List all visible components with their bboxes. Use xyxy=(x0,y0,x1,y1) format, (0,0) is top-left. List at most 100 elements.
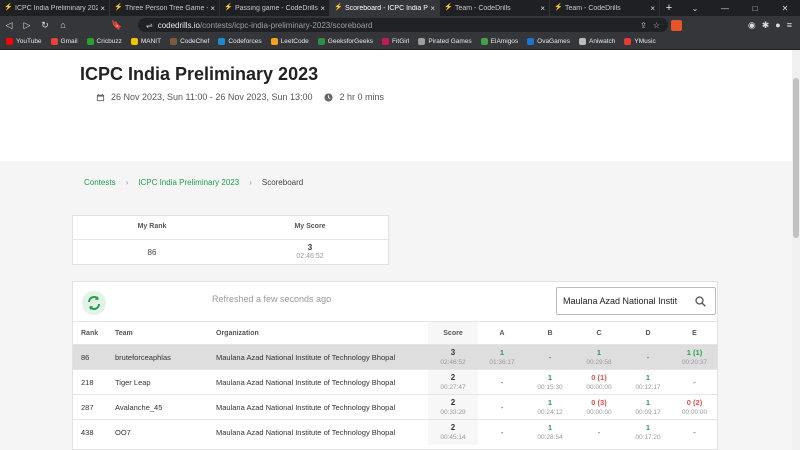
profile-icon[interactable]: ● xyxy=(775,20,780,30)
team-cell[interactable]: Avalanche_45 xyxy=(107,394,208,420)
browser-tab[interactable]: ⚡ Three Person Tree Game - Code × xyxy=(110,0,220,16)
problem-solved: 1 xyxy=(645,422,651,432)
score-points: 2 xyxy=(450,372,456,382)
refresh-button[interactable] xyxy=(82,291,106,315)
brave-shields-icon[interactable] xyxy=(670,19,682,31)
browser-tab[interactable]: ⚡ Team - CodeDrills × xyxy=(440,0,550,16)
table-row[interactable]: 218 Tiger Leap Maulana Azad National Insti… xyxy=(73,369,717,395)
organization-cell: Maulana Azad National Institute of Techn… xyxy=(208,394,428,420)
bookmark-favicon-icon xyxy=(86,38,94,45)
search-icon[interactable] xyxy=(695,296,706,307)
tab-title: Scoreboard - ICPC India Pre xyxy=(345,4,429,12)
column-header-team[interactable]: Team xyxy=(107,321,208,345)
puzzle-icon[interactable]: ✱ xyxy=(762,20,770,31)
table-row[interactable]: 438 OO7 Maulana Azad National Institute of… xyxy=(73,419,717,445)
bookmark-item[interactable]: CodeChef xyxy=(170,38,209,45)
bookmark-item[interactable]: YouTube xyxy=(6,38,42,45)
minimize-icon[interactable]: — xyxy=(710,0,740,16)
bookmark-star-icon[interactable]: ☆ xyxy=(653,21,660,30)
browser-tab[interactable]: ⚡ ICPC India Preliminary 2023 - Co × xyxy=(0,0,110,16)
problem-cell: 1 00:09:17 xyxy=(624,394,672,420)
problem-cell: - xyxy=(672,419,717,445)
problem-unattempted: - xyxy=(500,427,504,437)
codedrills-favicon-icon: ⚡ xyxy=(4,4,13,11)
bookmark-icon[interactable]: 🔖 xyxy=(108,20,126,31)
bookmark-item[interactable]: OvaGames xyxy=(527,38,570,45)
site-info-icon[interactable]: ⇌ xyxy=(146,21,153,30)
bookmark-item[interactable]: Pirated Games xyxy=(418,38,472,45)
bookmark-item[interactable]: ElAmigos xyxy=(480,38,518,45)
maximize-icon[interactable]: □ xyxy=(740,0,770,16)
bookmark-item[interactable]: GeeksforGeeks xyxy=(317,38,373,45)
codedrills-favicon-icon: ⚡ xyxy=(444,4,453,11)
bookmark-label: Aniwatch xyxy=(589,38,616,45)
menu-icon[interactable]: ≡ xyxy=(787,20,792,30)
problem-cell: 1 00:29:58 xyxy=(574,344,624,370)
problem-cell: 0 (3) 00:00:00 xyxy=(574,394,624,420)
table-row[interactable]: 287 Avalanche_45 Maulana Azad National Ins… xyxy=(73,394,717,420)
table-row[interactable]: 86 bruteforceaphlas Maulana Azad National … xyxy=(73,344,717,370)
problem-solved: 1 xyxy=(547,397,553,407)
team-search-input[interactable]: Maulana Azad National Instit xyxy=(556,287,716,315)
column-header-problem-b[interactable]: B xyxy=(526,321,574,345)
new-tab-button[interactable]: + xyxy=(660,0,678,16)
column-header-problem-e[interactable]: E xyxy=(672,321,717,345)
scrollbar-thumb[interactable] xyxy=(793,78,799,238)
bookmark-item[interactable]: MANIT xyxy=(130,38,161,45)
back-icon[interactable]: ◁ xyxy=(0,20,18,31)
problem-time: 00:00:00 xyxy=(586,383,612,391)
column-header-rank[interactable]: Rank xyxy=(73,321,107,345)
share-icon[interactable]: ⇪ xyxy=(640,21,647,30)
column-header-problem-c[interactable]: C xyxy=(574,321,624,345)
bookmark-item[interactable]: Cricbuzz xyxy=(86,38,122,45)
bookmark-label: Gmail xyxy=(60,38,78,45)
codedrills-favicon-icon: ⚡ xyxy=(554,4,563,11)
column-header-problem-d[interactable]: D xyxy=(624,321,672,345)
extensions-area: ◉ ✱ ● ≡ xyxy=(670,16,800,34)
bookmark-item[interactable]: Aniwatch xyxy=(579,38,615,45)
close-tab-icon[interactable]: × xyxy=(100,4,105,13)
problem-cell: 1 (1) 00:20:37 xyxy=(672,344,717,370)
browser-tab[interactable]: ⚡ Passing game - CodeDrills × xyxy=(220,0,330,16)
column-header-organization[interactable]: Organization xyxy=(208,321,428,345)
close-tab-icon[interactable]: × xyxy=(320,4,325,13)
reload-icon[interactable]: ↻ xyxy=(36,20,54,31)
chevron-down-icon[interactable]: ⌄ xyxy=(680,0,710,16)
bookmark-item[interactable]: YMusic xyxy=(624,38,656,45)
column-header-problem-a[interactable]: A xyxy=(478,321,526,345)
problem-cell: - xyxy=(478,369,526,395)
home-icon[interactable]: ⌂ xyxy=(54,20,72,30)
bookmark-favicon-icon xyxy=(527,38,535,45)
url-field[interactable]: ⇌ codedrills.io /contests/icpc-india-pre… xyxy=(138,18,668,32)
my-rank-column: My Rank 86 xyxy=(73,216,231,266)
browser-tab-active[interactable]: ⚡ Scoreboard - ICPC India Pre × xyxy=(330,0,440,16)
close-tab-icon[interactable]: × xyxy=(210,4,215,13)
forward-icon[interactable]: ▷ xyxy=(18,20,36,31)
search-input-value[interactable]: Maulana Azad National Instit xyxy=(563,296,687,306)
problem-time: 00:29:58 xyxy=(586,358,612,366)
team-cell[interactable]: bruteforceaphlas xyxy=(107,344,208,370)
team-cell[interactable]: Tiger Leap xyxy=(107,369,208,395)
page-scrollbar[interactable] xyxy=(792,50,800,450)
bookmark-item[interactable]: LeetCode xyxy=(270,38,309,45)
score-points: 2 xyxy=(450,422,456,432)
column-header-score[interactable]: Score xyxy=(428,321,478,345)
browser-tab[interactable]: ⚡ Team - CodeDrills × xyxy=(550,0,660,16)
my-rank-label: My Rank xyxy=(137,223,167,230)
extension-icon[interactable]: ◉ xyxy=(748,20,756,31)
bookmark-item[interactable]: Codeforces xyxy=(218,38,262,45)
tab-strip: ⚡ ICPC India Preliminary 2023 - Co × ⚡ T… xyxy=(0,0,800,16)
bookmark-item[interactable]: Gmail xyxy=(50,38,78,45)
close-tab-icon[interactable]: × xyxy=(430,4,435,13)
close-window-icon[interactable]: ✕ xyxy=(770,0,800,16)
team-cell[interactable]: OO7 xyxy=(107,419,208,445)
bookmark-label: OvaGames xyxy=(537,38,571,45)
organization-cell: Maulana Azad National Institute of Techn… xyxy=(208,419,428,445)
close-tab-icon[interactable]: × xyxy=(650,4,655,13)
breadcrumb-contest-link[interactable]: ICPC India Preliminary 2023 xyxy=(138,178,239,187)
close-tab-icon[interactable]: × xyxy=(540,4,545,13)
bookmark-item[interactable]: FitGirl xyxy=(381,38,409,45)
bookmark-label: LeetCode xyxy=(280,38,309,45)
problem-attempted: 0 (3) xyxy=(591,397,607,407)
breadcrumb-contests-link[interactable]: Contests xyxy=(84,178,116,187)
